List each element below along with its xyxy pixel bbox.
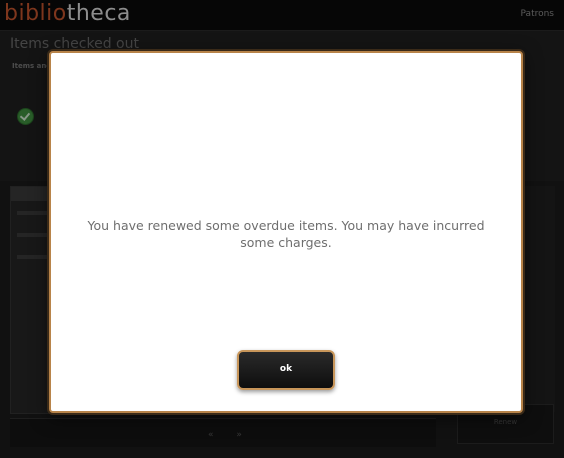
ok-button[interactable]: ok <box>237 350 335 390</box>
alert-dialog: You have renewed some overdue items. You… <box>49 51 523 413</box>
ok-button-label: ok <box>279 364 293 374</box>
dialog-message: You have renewed some overdue items. You… <box>87 218 485 250</box>
